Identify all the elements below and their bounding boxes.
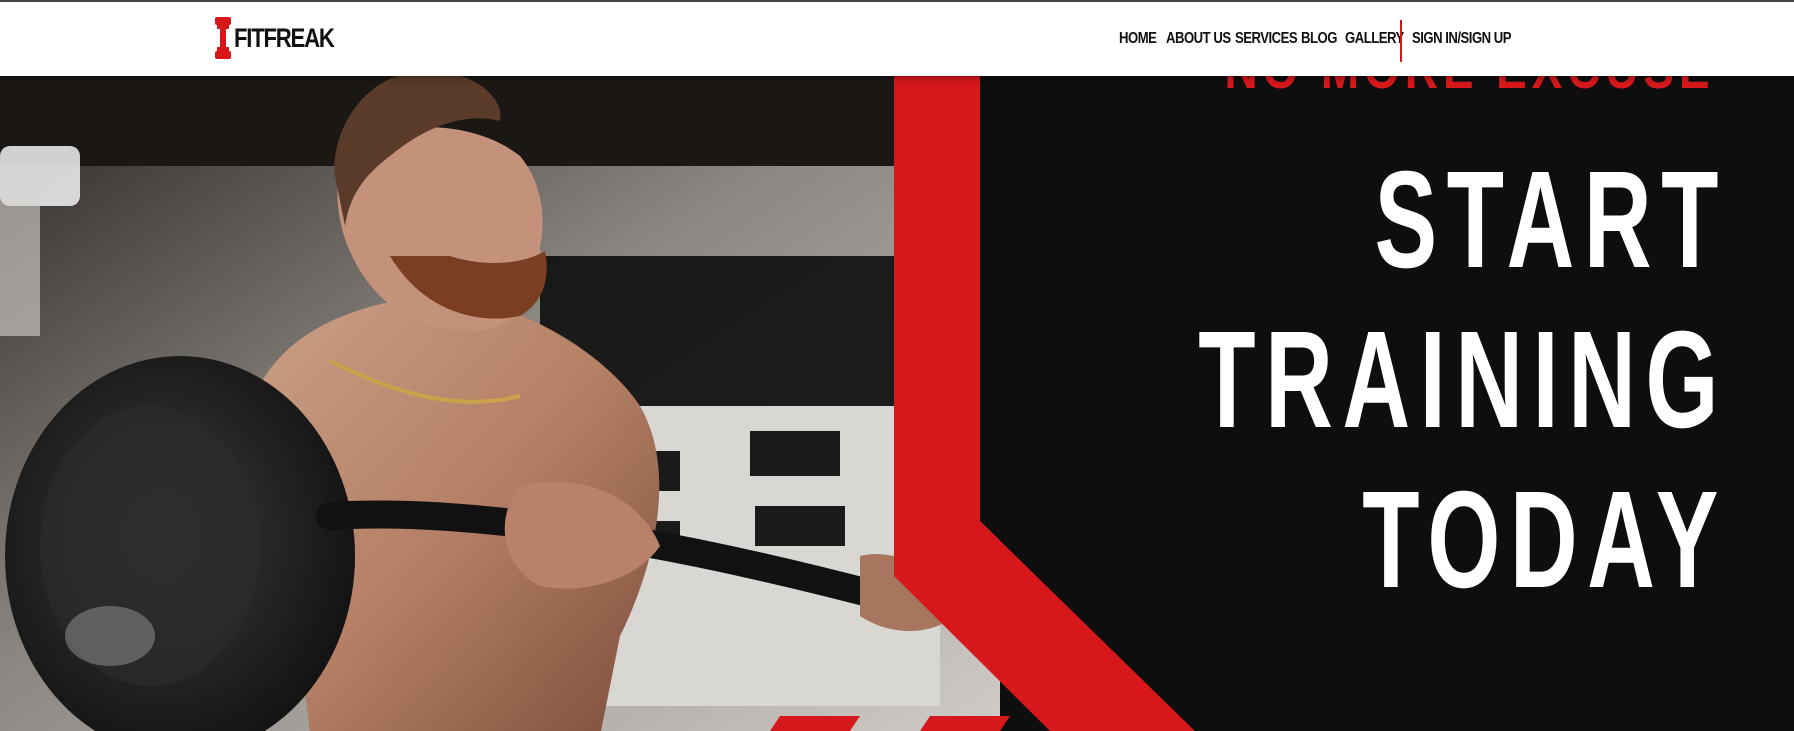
- nav-home-link[interactable]: HOME: [1119, 30, 1157, 48]
- brand-logo-link[interactable]: FITFREAK: [214, 17, 355, 59]
- red-accent-bottom-left: [770, 716, 860, 731]
- red-accent-bottom-right: [920, 716, 1010, 731]
- brand-name: FITFREAK: [234, 22, 335, 53]
- headline-line-1: START: [1374, 143, 1728, 297]
- nav-gallery-link[interactable]: GALLERY: [1345, 30, 1404, 48]
- nav-about-link[interactable]: ABOUT US: [1166, 30, 1231, 48]
- hero-section: NO MORE EXCUSE START TRAINING TODAY: [0, 76, 1794, 731]
- dumbbell-icon: [215, 17, 231, 59]
- nav-divider: [1400, 20, 1402, 62]
- navbar: FITFREAK HOME ABOUT US SERVICES BLOG GAL…: [0, 2, 1794, 76]
- hero-headline: START TRAINING TODAY: [949, 140, 1718, 620]
- headline-line-2: TRAINING: [1198, 303, 1728, 457]
- nav-blog-link[interactable]: BLOG: [1301, 30, 1337, 48]
- nav-sign-in-link[interactable]: SIGN IN/SIGN UP: [1412, 30, 1512, 48]
- nav-services-link[interactable]: SERVICES: [1235, 30, 1298, 48]
- hero-tagline: NO MORE EXCUSE: [1224, 76, 1714, 101]
- headline-line-3: TODAY: [1362, 463, 1728, 617]
- gym-photo: [0, 76, 1000, 731]
